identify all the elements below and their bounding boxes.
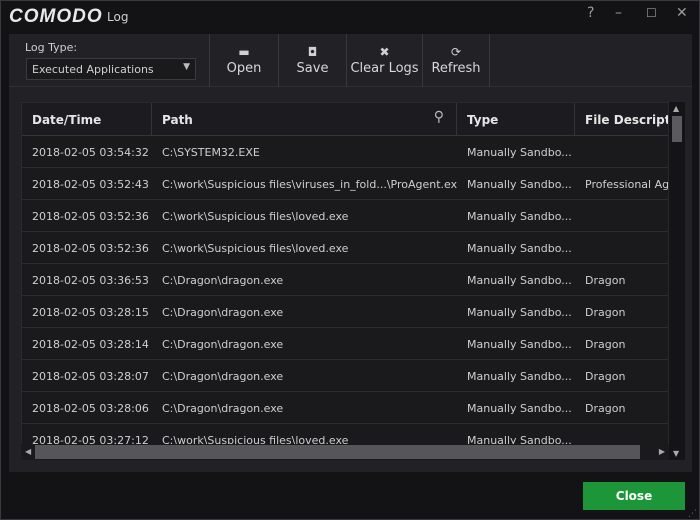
cell-file-description: Professional Ag	[585, 178, 669, 191]
help-button[interactable]: ?	[587, 5, 594, 21]
cell-type: Manually Sandbo...	[467, 402, 572, 415]
save-button[interactable]: ◘ Save	[278, 34, 346, 87]
log-type-label: Log Type:	[25, 41, 78, 54]
table-row[interactable]: 2018-02-05 03:28:15 C:\Dragon\dragon.exe M…	[22, 296, 668, 328]
cell-datetime: 2018-02-05 03:28:14	[32, 338, 149, 351]
cell-path: C:\Dragon\dragon.exe	[162, 274, 284, 287]
table-row[interactable]: 2018-02-05 03:28:07 C:\Dragon\dragon.exe M…	[22, 360, 668, 392]
cell-datetime: 2018-02-05 03:52:36	[32, 210, 149, 223]
close-button[interactable]: Close	[583, 482, 685, 510]
save-icon: ◘	[307, 45, 318, 59]
log-table: Date/Time Path ⚲ Type File Description 2…	[21, 102, 669, 460]
scroll-left-icon[interactable]: ◀	[25, 447, 31, 456]
table-header: Date/Time Path ⚲ Type File Description	[22, 103, 668, 136]
toolbar: Log Type: Executed Applications ▼ ▬ Open…	[9, 34, 692, 87]
cell-type: Manually Sandbo...	[467, 178, 572, 191]
column-header-type[interactable]: Type	[457, 103, 575, 136]
cell-datetime: 2018-02-05 03:28:06	[32, 402, 149, 415]
refresh-button[interactable]: ⟳ Refresh	[422, 34, 490, 87]
refresh-icon: ⟳	[450, 45, 462, 59]
cell-type: Manually Sandbo...	[467, 146, 572, 159]
cell-datetime: 2018-02-05 03:28:15	[32, 306, 149, 319]
table-row[interactable]: 2018-02-05 03:36:53 C:\Dragon\dragon.exe M…	[22, 264, 668, 296]
cell-path: C:\Dragon\dragon.exe	[162, 370, 284, 383]
cell-datetime: 2018-02-05 03:52:36	[32, 242, 149, 255]
cell-path: C:\Dragon\dragon.exe	[162, 338, 284, 351]
cell-type: Manually Sandbo...	[467, 338, 572, 351]
search-icon[interactable]: ⚲	[434, 109, 444, 125]
cell-path: C:\work\Suspicious files\loved.exe	[162, 210, 349, 223]
column-header-file-description[interactable]: File Description	[575, 103, 668, 136]
window-title: Log	[107, 10, 129, 24]
cell-type: Manually Sandbo...	[467, 370, 572, 383]
cell-file-description	[575, 232, 668, 264]
cell-file-description: Dragon	[585, 370, 626, 383]
table-row[interactable]: 2018-02-05 03:52:36 C:\work\Suspicious fi…	[22, 200, 668, 232]
open-label: Open	[226, 61, 262, 76]
path-header-label: Path	[162, 113, 193, 127]
close-window-button[interactable]: ✕	[676, 5, 688, 21]
cell-datetime: 2018-02-05 03:28:07	[32, 370, 149, 383]
cell-datetime: 2018-02-05 03:52:43	[32, 178, 149, 191]
cell-path: C:\SYSTEM32.EXE	[162, 146, 260, 159]
cell-path: C:\Dragon\dragon.exe	[162, 306, 284, 319]
cell-file-description: Dragon	[585, 306, 626, 319]
folder-icon: ▬	[238, 45, 250, 59]
table-row[interactable]: 2018-02-05 03:28:14 C:\Dragon\dragon.exe M…	[22, 328, 668, 360]
scroll-right-icon[interactable]: ▶	[659, 447, 665, 456]
log-panel: Log Type: Executed Applications ▼ ▬ Open…	[9, 34, 692, 472]
column-header-path[interactable]: Path ⚲	[152, 103, 457, 136]
open-button[interactable]: ▬ Open	[209, 34, 278, 87]
table-row[interactable]: 2018-02-05 03:28:06 C:\Dragon\dragon.exe M…	[22, 392, 668, 424]
save-label: Save	[296, 61, 329, 76]
cell-datetime: 2018-02-05 03:54:32	[32, 146, 149, 159]
cell-type: Manually Sandbo...	[467, 210, 572, 223]
table-row[interactable]: 2018-02-05 03:54:32 C:\SYSTEM32.EXE Manual…	[22, 136, 668, 168]
scroll-down-icon[interactable]: ▼	[673, 449, 679, 458]
minimize-button[interactable]: –	[615, 5, 622, 21]
cell-type: Manually Sandbo...	[467, 242, 572, 255]
cell-file-description: Dragon	[585, 338, 626, 351]
chevron-down-icon: ▼	[183, 62, 190, 72]
scroll-up-icon[interactable]: ▲	[673, 104, 679, 113]
cell-type: Manually Sandbo...	[467, 306, 572, 319]
log-type-select[interactable]: Executed Applications ▼	[26, 58, 196, 80]
cell-file-description: Dragon	[585, 402, 626, 415]
clear-icon: ✖	[379, 45, 390, 59]
cell-file-description	[575, 200, 668, 232]
resize-grip-icon[interactable]: ⋰	[688, 509, 697, 519]
clear-logs-label: Clear Logs	[350, 61, 419, 76]
table-row[interactable]: 2018-02-05 03:52:36 C:\work\Suspicious fi…	[22, 232, 668, 264]
comodo-logo: COMODO	[9, 6, 103, 27]
title-bar: COMODO Log ? – ☐ ✕	[1, 1, 700, 33]
cell-datetime: 2018-02-05 03:36:53	[32, 274, 149, 287]
log-type-value: Executed Applications	[32, 63, 154, 76]
refresh-label: Refresh	[431, 61, 481, 76]
cell-file-description	[575, 136, 668, 168]
maximize-button[interactable]: ☐	[646, 6, 657, 20]
horizontal-scroll-thumb[interactable]	[35, 445, 640, 459]
horizontal-scrollbar[interactable]: ◀ ▶	[21, 444, 669, 460]
cell-path: C:\work\Suspicious files\viruses_in_fold…	[162, 178, 457, 191]
clear-logs-button[interactable]: ✖ Clear Logs	[346, 34, 422, 87]
table-row[interactable]: 2018-02-05 03:52:43 C:\work\Suspicious fi…	[22, 168, 669, 200]
cell-type: Manually Sandbo...	[467, 274, 572, 287]
vertical-scroll-thumb[interactable]	[672, 116, 682, 142]
cell-path: C:\work\Suspicious files\loved.exe	[162, 242, 349, 255]
cell-path: C:\Dragon\dragon.exe	[162, 402, 284, 415]
cell-file-description: Dragon	[585, 274, 626, 287]
column-header-datetime[interactable]: Date/Time	[22, 103, 152, 136]
vertical-scrollbar[interactable]: ▲ ▼	[669, 102, 685, 460]
